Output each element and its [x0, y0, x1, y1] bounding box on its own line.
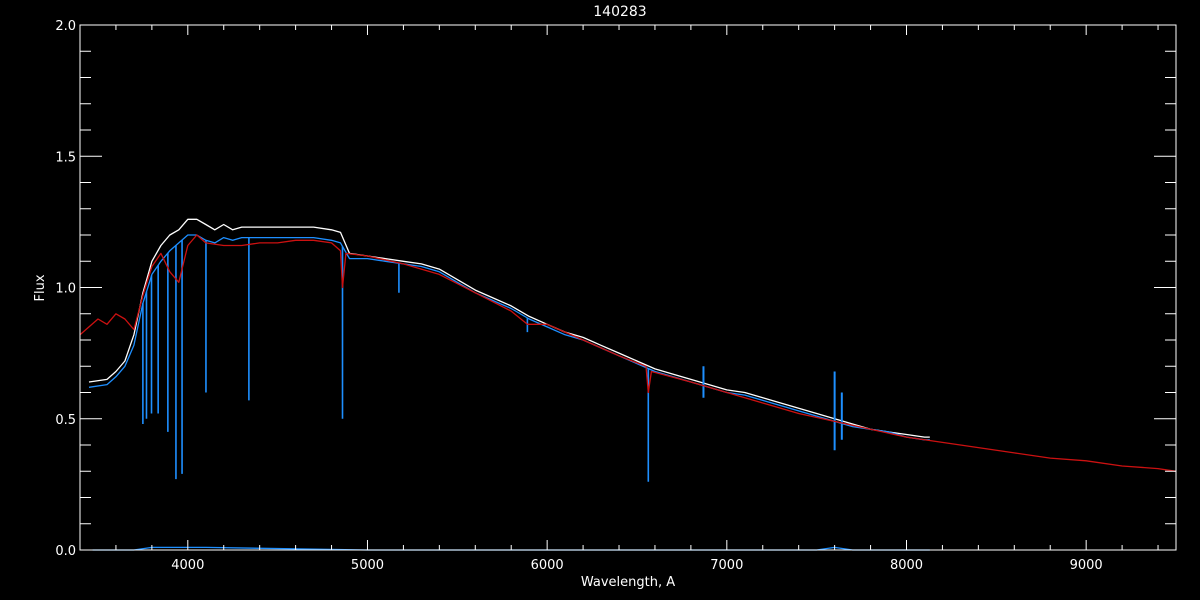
chart-title: 140283	[593, 4, 646, 20]
x-tick-label: 9000	[1070, 558, 1103, 573]
spectrum-chart: 140283 4000 5000 6000 7000 8000 9000 0.0 0.5 1.…	[0, 0, 1200, 600]
x-axis-title: Wavelength, A	[581, 575, 675, 590]
y-tick-label: 1.0	[55, 282, 76, 297]
x-tick-label: 6000	[531, 558, 564, 573]
x-tick-label: 5000	[351, 558, 384, 573]
y-tick-label: 0.0	[55, 544, 76, 559]
y-axis-title: Flux	[33, 274, 48, 301]
chart-background	[0, 0, 1200, 600]
x-tick-label: 7000	[710, 558, 743, 573]
y-tick-label: 1.5	[55, 150, 76, 165]
y-tick-label: 0.5	[55, 413, 76, 428]
y-tick-label: 2.0	[55, 19, 76, 34]
x-tick-label: 8000	[890, 558, 923, 573]
x-tick-label: 4000	[171, 558, 204, 573]
